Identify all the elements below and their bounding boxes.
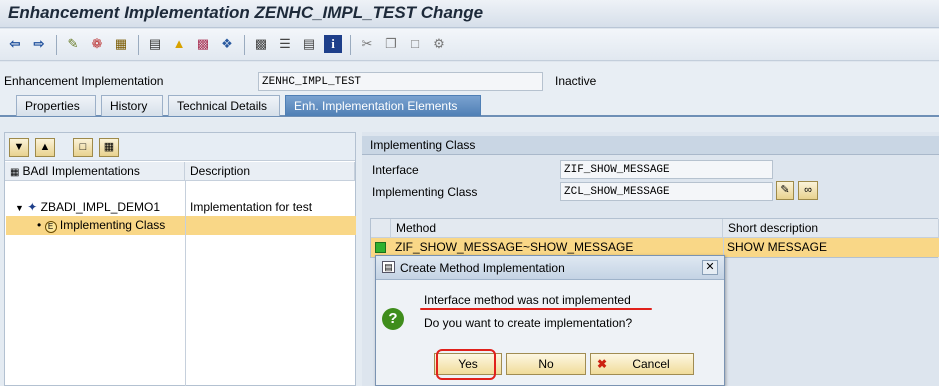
display-glasses-icon[interactable]: ∞ [798,181,818,200]
tree-toolbar: ▼ ▲ □ ▦ [5,133,355,161]
badi-node-label: ZBADI_IMPL_DEMO1 [40,200,161,214]
network-icon[interactable]: ❖ [218,35,236,53]
badi-icon: ▦ [10,167,20,178]
tab-strip: Properties History Technical Details Enh… [0,95,939,117]
forward-arrow-icon[interactable]: ⇨ [30,35,48,53]
tab-technical-details[interactable]: Technical Details [168,95,280,116]
enh-impl-label: Enhancement Implementation [4,74,164,88]
status-green-icon [375,242,386,253]
edit-pencil-icon[interactable]: ✎ [776,181,794,200]
tab-history[interactable]: History [101,95,163,116]
red-circle-annotation [436,349,496,380]
status-text: Inactive [555,74,597,88]
badi-tree-panel: ▼ ▲ □ ▦ ▦ BAdI Implementations Descriptio… [4,132,356,386]
info-icon[interactable]: i [324,35,342,53]
impl-class-field[interactable]: ZCL_SHOW_MESSAGE [560,182,773,201]
tree-bullet-icon: • [37,218,42,232]
expand-triangle-icon[interactable]: ▼ [15,203,24,213]
red-underline-annotation [420,308,652,310]
dialog-message-line1: Interface method was not implemented [424,293,631,307]
toolbar-separator [244,35,245,55]
copy-icon[interactable]: ❐ [382,35,400,53]
stack-icon[interactable]: ☰ [276,35,294,53]
undo-icon[interactable]: ⚙ [430,35,448,53]
toolbar-separator [56,35,57,55]
cancel-label: Cancel [632,357,670,371]
badi-node-description: Implementation for test [190,200,313,214]
dialog-title-text: Create Method Implementation [400,261,565,275]
col-header-short-desc[interactable]: Short description [723,219,939,238]
create-icon[interactable]: □ [73,138,93,157]
cancel-button[interactable]: ✖ Cancel [590,353,694,375]
col-header-badi[interactable]: ▦ BAdI Implementations [5,162,185,181]
hierarchy-icon[interactable]: ▤ [146,35,164,53]
interface-label: Interface [372,163,419,177]
display-list-icon[interactable]: ▤ [300,35,318,53]
edit-pencil-icon[interactable]: ✎ [64,35,82,53]
col-badi-label: BAdI Implementations [22,164,140,178]
class-icon: E [44,221,57,233]
tree-structure-icon[interactable]: ▩ [252,35,270,53]
grid-select-header[interactable] [371,219,391,238]
collapse-all-icon[interactable]: ▲ [35,138,55,157]
dialog-window-icon: ▤ [382,261,395,273]
tree-node-badi[interactable]: ▼ ✦ ZBADI_IMPL_DEMO1 [11,198,186,216]
method-grid: Method Short description ZIF_SHOW_MESSAG… [370,218,939,258]
cut-icon[interactable]: ✂ [358,35,376,53]
window-title: Enhancement Implementation ZENHC_IMPL_TE… [8,3,484,22]
other-object-icon[interactable]: ▦ [112,35,130,53]
dialog-message-line2: Do you want to create implementation? [424,316,633,330]
question-icon: ? [382,308,404,330]
section-title: Implementing Class [362,136,939,155]
col-header-method[interactable]: Method [391,219,723,238]
title-bar: Enhancement Implementation ZENHC_IMPL_TE… [0,0,939,28]
cancel-x-icon: ✖ [597,357,608,371]
interface-field[interactable]: ZIF_SHOW_MESSAGE [560,160,773,179]
tree-node-impl-class[interactable]: • E Implementing Class [33,216,185,234]
create-method-dialog: ▤ Create Method Implementation ✕ ? Inter… [375,255,725,386]
expand-all-icon[interactable]: ▼ [9,138,29,157]
toolbar-separator [350,35,351,55]
impl-class-label: Implementing Class [372,185,478,199]
impl-class-node-label: Implementing Class [59,218,166,232]
col-header-description[interactable]: Description [185,162,355,181]
column-divider [185,181,186,386]
tab-enh-impl-elements[interactable]: Enh. Implementation Elements [285,95,481,116]
toolbar-separator [138,35,139,55]
short-desc-cell: SHOW MESSAGE [727,240,828,254]
close-icon[interactable]: ✕ [702,260,718,275]
paste-icon[interactable]: □ [406,35,424,53]
badi-impl-icon: ✦ [27,200,38,214]
activate-icon[interactable]: ❁ [88,35,106,53]
back-arrow-icon[interactable]: ⇦ [6,35,24,53]
method-cell: ZIF_SHOW_MESSAGE~SHOW_MESSAGE [395,240,634,254]
no-button[interactable]: No [506,353,586,375]
application-toolbar: ⇦ ⇨ ✎ ❁ ▦ ▤ ▲ ▩ ❖ ▩ ☰ ▤ i ✂ ❐ □ ⚙ [0,29,939,61]
tab-properties[interactable]: Properties [16,95,96,116]
where-used-icon[interactable]: ▲ [170,35,188,53]
navigation-icon[interactable]: ▩ [194,35,212,53]
dialog-title: ▤ Create Method Implementation ✕ [376,256,724,280]
delete-icon[interactable]: ▦ [99,138,119,157]
enh-impl-field[interactable]: ZENHC_IMPL_TEST [258,72,543,91]
